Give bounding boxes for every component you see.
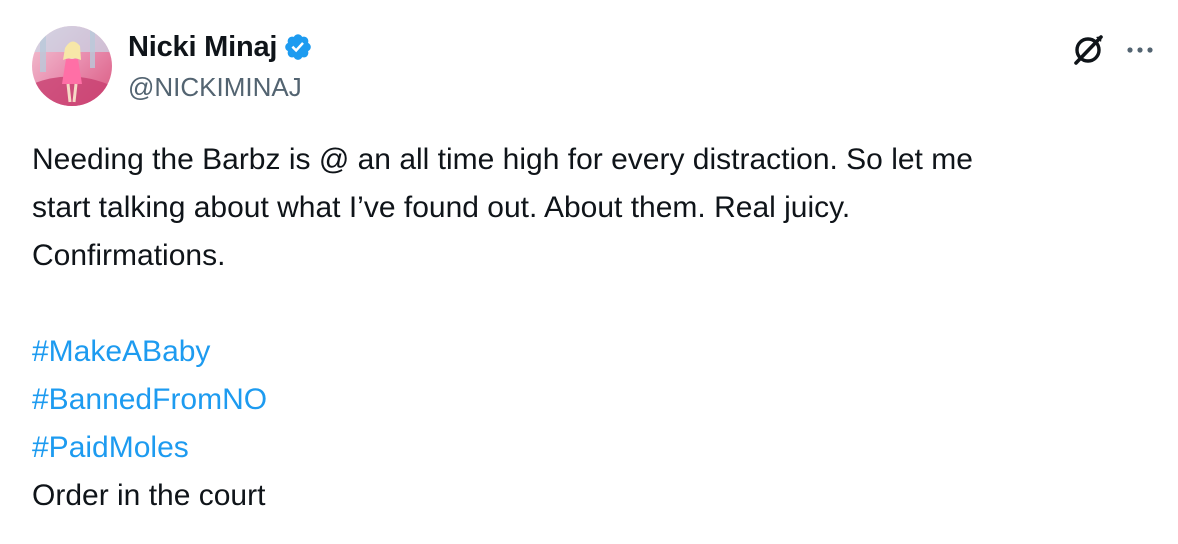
tweet-actions-top xyxy=(1068,30,1158,70)
tweet-line: Needing the Barbz is @ an all time high … xyxy=(32,143,973,176)
tweet-line: Confirmations. xyxy=(32,239,226,272)
name-row: Nicki Minaj xyxy=(128,28,313,66)
tweet-card: Nicki Minaj @NICKIMINAJ Needing the Barb… xyxy=(0,0,1178,544)
hashtag-link[interactable]: #MakeABaby xyxy=(32,328,1152,376)
display-name[interactable]: Nicki Minaj xyxy=(128,31,277,64)
paragraph-break xyxy=(32,280,1152,328)
hashtag-link[interactable]: #PaidMoles xyxy=(32,424,1152,472)
verified-badge-icon[interactable] xyxy=(283,32,313,62)
tweet-text: Needing the Barbz is @ an all time high … xyxy=(32,136,1152,520)
tweet-header: Nicki Minaj @NICKIMINAJ xyxy=(128,28,313,103)
avatar[interactable] xyxy=(32,26,112,106)
tweet-line: start talking about what I’ve found out.… xyxy=(32,191,851,224)
more-options-icon[interactable] xyxy=(1122,32,1158,68)
hashtag-link[interactable]: #BannedFromNO xyxy=(32,376,1152,424)
grok-icon[interactable] xyxy=(1068,30,1108,70)
user-handle[interactable]: @NICKIMINAJ xyxy=(128,72,313,103)
tweet-closing-line: Order in the court xyxy=(32,479,266,512)
avatar-image xyxy=(32,26,112,106)
